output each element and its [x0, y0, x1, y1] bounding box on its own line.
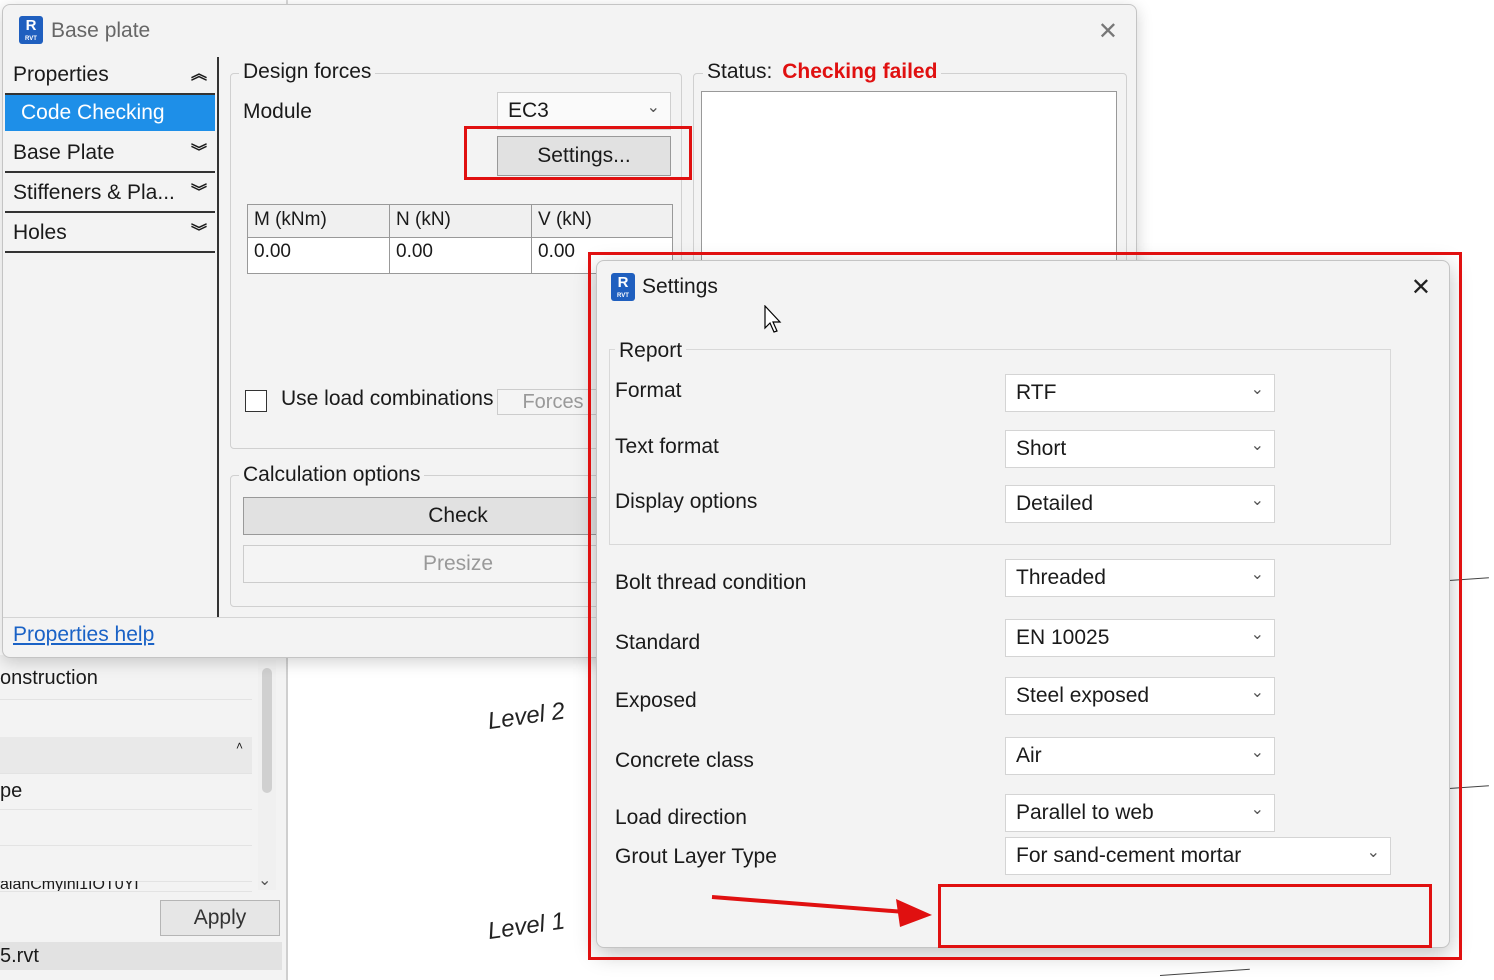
chevron-down-icon: ︾ [190, 224, 207, 241]
column-header: V (kN) [532, 205, 672, 238]
properties-help-link[interactable]: Properties help [13, 623, 154, 647]
chevron-down-icon: ⌄ [646, 99, 660, 116]
module-label: Module [243, 100, 312, 123]
project-file-label: 5.rvt [0, 942, 282, 970]
level-1-label: Level 1 [486, 907, 567, 946]
level-2-label: Level 2 [486, 697, 567, 736]
column-divider [531, 205, 532, 273]
highlight-settings-button [464, 126, 692, 180]
level-line [1159, 968, 1250, 976]
sidebar-item-stiffeners[interactable]: Stiffeners & Pla... ︾ [5, 175, 215, 213]
close-icon[interactable]: ✕ [1098, 17, 1118, 46]
sidebar-item-holes[interactable]: Holes ︾ [5, 215, 215, 253]
list-item-text: onstruction [0, 667, 98, 689]
scrollbar-thumb[interactable] [262, 668, 272, 793]
design-forces-label: Design forces [239, 60, 376, 84]
list-item[interactable]: pe [0, 773, 252, 810]
highlight-settings-dialog [588, 252, 1462, 960]
highlight-empty-area [938, 884, 1432, 948]
column-divider [389, 205, 390, 273]
chevron-down-icon: ︾ [190, 184, 207, 201]
mouse-cursor-icon [764, 305, 782, 333]
scroll-down-icon[interactable]: ⌄ [258, 870, 271, 890]
list-item[interactable] [0, 809, 252, 846]
apply-button[interactable]: Apply [160, 900, 280, 936]
revit-app-icon: R RVT [19, 16, 43, 44]
list-item: onstruction [0, 667, 252, 700]
chevron-down-icon: ︾ [190, 144, 207, 161]
list-item[interactable]: alanCmylhi1IOT0YI [0, 881, 252, 892]
sidebar-item-code-checking[interactable]: Code Checking [5, 95, 215, 131]
table-cell[interactable]: 0.00 [248, 239, 389, 272]
collapse-icon[interactable]: ˄ [236, 739, 243, 753]
sidebar-item-base-plate[interactable]: Base Plate ︾ [5, 135, 215, 173]
use-load-combinations-label: Use load combinations [281, 387, 494, 410]
title-bar[interactable]: R RVT Base plate ✕ [3, 5, 1136, 57]
use-load-combinations-checkbox[interactable] [245, 390, 267, 412]
dialog-title: Base plate [51, 19, 151, 42]
status-label: Status: [707, 60, 773, 83]
module-select[interactable]: EC3 ⌄ [497, 92, 671, 130]
status-value: Checking failed [782, 60, 938, 83]
list-item[interactable] [0, 845, 252, 882]
red-arrow-icon [711, 895, 932, 927]
sidebar: Properties ︽ Code Checking Base Plate ︾ … [3, 57, 219, 617]
list-group-header[interactable]: ˄ [0, 737, 252, 774]
calculation-options-label: Calculation options [239, 463, 425, 487]
list-item-text: alanCmylhi1IOT0YI [0, 881, 139, 892]
status-label-container: Status: Checking failed [703, 60, 942, 84]
column-header: N (kN) [390, 205, 531, 238]
list-item [0, 699, 252, 738]
chevron-up-icon: ︽ [190, 66, 207, 83]
table-cell[interactable]: 0.00 [390, 239, 531, 272]
column-header: M (kNm) [248, 205, 389, 238]
list-item-text: pe [0, 780, 23, 802]
status-output-box [701, 91, 1117, 263]
sidebar-item-properties[interactable]: Properties ︽ [5, 57, 215, 95]
